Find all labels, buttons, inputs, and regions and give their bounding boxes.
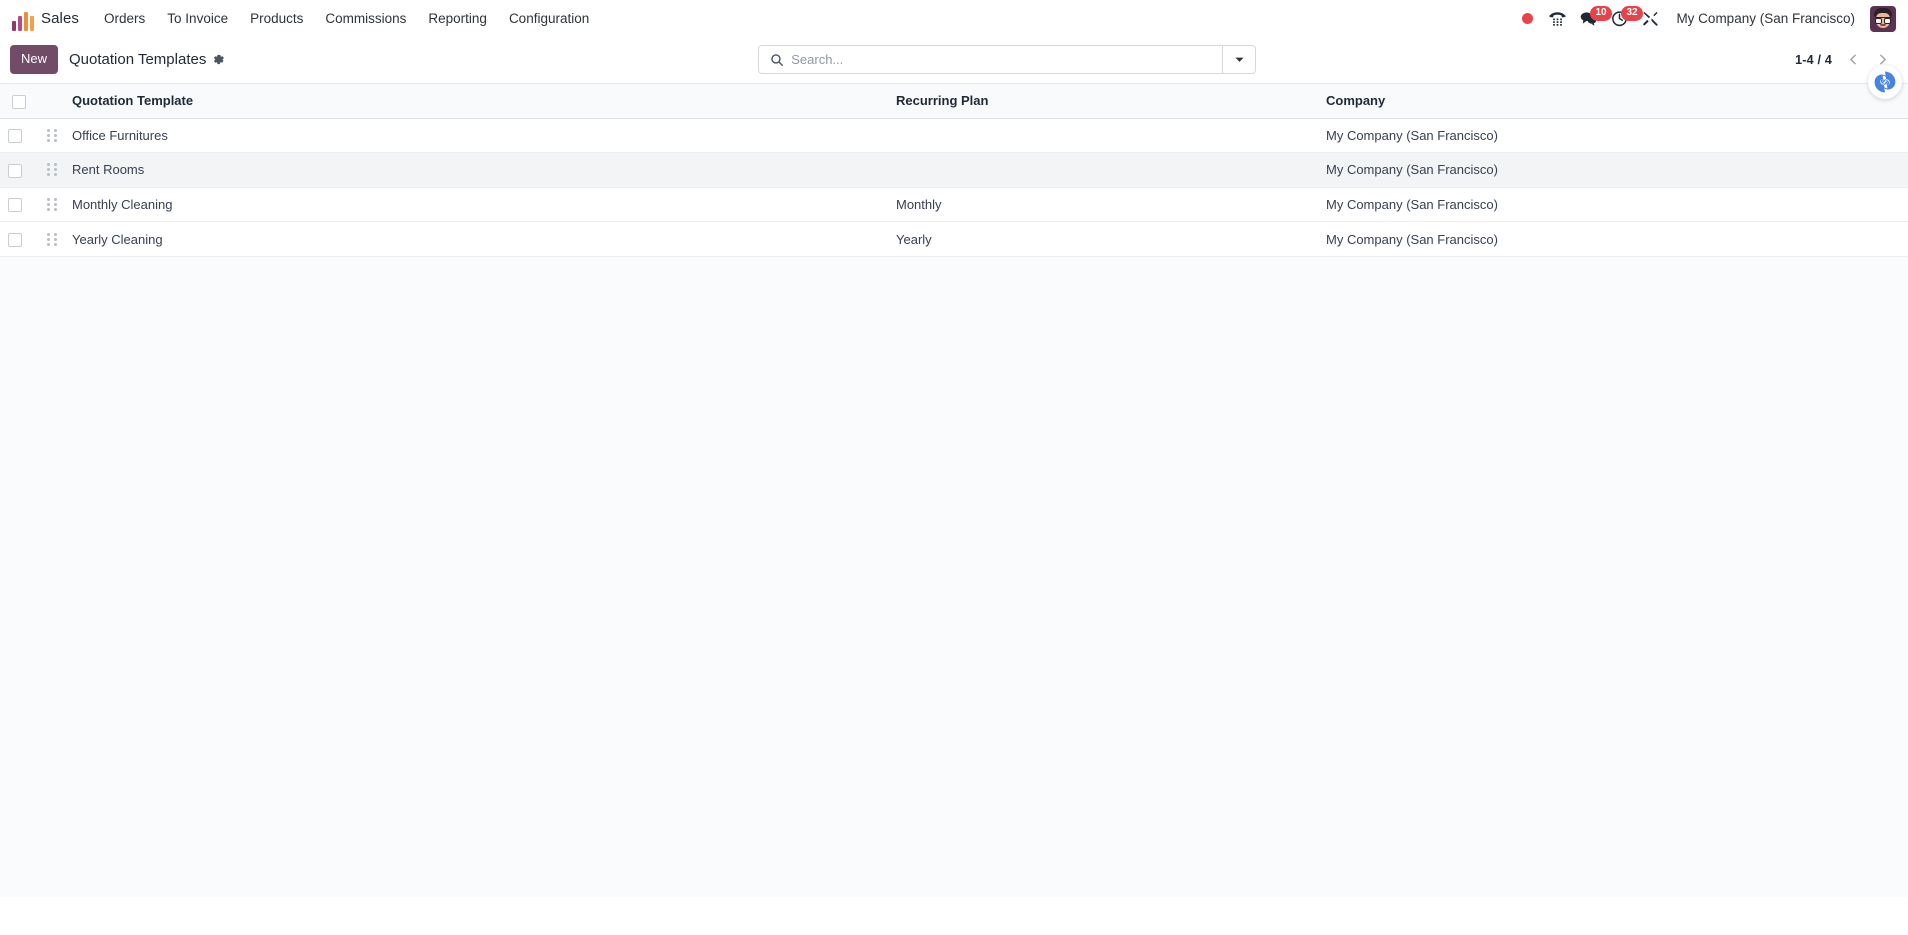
- column-recurring-plan[interactable]: Recurring Plan: [888, 83, 1318, 119]
- column-quotation-template[interactable]: Quotation Template: [64, 83, 888, 119]
- table-header: Quotation Template Recurring Plan Compan…: [0, 83, 1908, 119]
- company-switcher[interactable]: My Company (San Francisco): [1667, 5, 1864, 32]
- caret-down-icon[interactable]: [1222, 46, 1255, 73]
- cell-quotation-template[interactable]: Monthly Cleaning: [64, 187, 888, 223]
- chevron-left-icon[interactable]: [1840, 47, 1867, 73]
- row-select-cell: [0, 118, 38, 154]
- drag-handle-icon[interactable]: [46, 128, 58, 142]
- top-navbar: Sales Orders To Invoice Products Commiss…: [0, 0, 1908, 37]
- menu-orders[interactable]: Orders: [93, 3, 156, 34]
- handle-column-header: [38, 83, 64, 119]
- table-row[interactable]: Office Furnitures My Company (San Franci…: [0, 118, 1908, 154]
- cell-quotation-template[interactable]: Yearly Cleaning: [64, 221, 888, 257]
- gear-icon[interactable]: [212, 53, 225, 66]
- drag-handle-icon[interactable]: [46, 232, 58, 246]
- cell-recurring-plan[interactable]: Monthly: [888, 187, 1318, 223]
- row-handle-cell: [38, 187, 64, 223]
- odoo-sales-bars-logo[interactable]: [8, 7, 34, 31]
- cell-company[interactable]: My Company (San Francisco): [1318, 118, 1908, 154]
- cell-recurring-plan[interactable]: [888, 152, 1318, 188]
- pager-value[interactable]: 1-4 / 4: [1789, 50, 1838, 70]
- header-row: Quotation Template Recurring Plan Compan…: [0, 83, 1908, 119]
- main-menu: Orders To Invoice Products Commissions R…: [93, 3, 600, 34]
- drag-handle-icon[interactable]: [46, 163, 58, 177]
- tools-crossed-icon[interactable]: [1636, 4, 1665, 34]
- list-view: Quotation Template Recurring Plan Compan…: [0, 65, 1908, 897]
- cell-quotation-template[interactable]: Office Furnitures: [64, 118, 888, 154]
- systray: 10 32 My Company (San Francisco): [1513, 4, 1898, 34]
- table-row[interactable]: Yearly Cleaning Yearly My Company (San F…: [0, 221, 1908, 257]
- menu-to-invoice[interactable]: To Invoice: [156, 3, 239, 34]
- clock-activity-icon[interactable]: 32: [1605, 4, 1643, 34]
- select-all-checkbox[interactable]: [12, 94, 26, 109]
- row-handle-cell: [38, 152, 64, 188]
- cell-company[interactable]: My Company (San Francisco): [1318, 152, 1908, 188]
- table-row[interactable]: Monthly Cleaning Monthly My Company (San…: [0, 187, 1908, 223]
- control-panel: New Quotation Templates Search... 1-4 / …: [0, 37, 1908, 83]
- odoo-swirl-icon[interactable]: [1868, 65, 1902, 99]
- menu-configuration[interactable]: Configuration: [498, 3, 600, 34]
- table-body: Office Furnitures My Company (San Franci…: [0, 118, 1908, 257]
- breadcrumb: Quotation Templates: [69, 51, 225, 68]
- avatar[interactable]: [1870, 5, 1896, 32]
- app-name[interactable]: Sales: [41, 10, 79, 27]
- row-handle-cell: [38, 118, 64, 154]
- cell-company[interactable]: My Company (San Francisco): [1318, 221, 1908, 257]
- chat-bubble-icon[interactable]: 10: [1574, 4, 1612, 34]
- empty-content-area: [0, 256, 1908, 897]
- row-checkbox[interactable]: [8, 198, 22, 213]
- quotation-templates-table: Quotation Template Recurring Plan Compan…: [0, 83, 1908, 257]
- cell-quotation-template[interactable]: Rent Rooms: [64, 152, 888, 188]
- search-area: [225, 45, 1789, 74]
- column-company[interactable]: Company: [1318, 83, 1908, 119]
- search-icon: [759, 46, 791, 73]
- page-title: Quotation Templates: [69, 51, 207, 68]
- row-handle-cell: [38, 221, 64, 257]
- menu-commissions[interactable]: Commissions: [314, 3, 417, 34]
- searchview[interactable]: [758, 45, 1257, 74]
- cell-recurring-plan[interactable]: Yearly: [888, 221, 1318, 257]
- menu-reporting[interactable]: Reporting: [417, 3, 498, 34]
- menu-products[interactable]: Products: [239, 3, 314, 34]
- phone-dialpad-icon[interactable]: [1543, 4, 1572, 34]
- table-row[interactable]: Rent Rooms My Company (San Francisco): [0, 152, 1908, 188]
- select-all-cell: [0, 83, 38, 119]
- cell-recurring-plan[interactable]: [888, 118, 1318, 154]
- row-select-cell: [0, 221, 38, 257]
- record-dot-icon[interactable]: [1513, 4, 1541, 34]
- drag-handle-icon[interactable]: [46, 197, 58, 211]
- new-button[interactable]: New: [10, 45, 59, 74]
- cell-company[interactable]: My Company (San Francisco): [1318, 187, 1908, 223]
- row-checkbox[interactable]: [8, 163, 22, 178]
- search-input[interactable]: [791, 46, 1223, 73]
- row-select-cell: [0, 152, 38, 188]
- row-checkbox[interactable]: [8, 129, 22, 144]
- row-select-cell: [0, 187, 38, 223]
- row-checkbox[interactable]: [8, 232, 22, 247]
